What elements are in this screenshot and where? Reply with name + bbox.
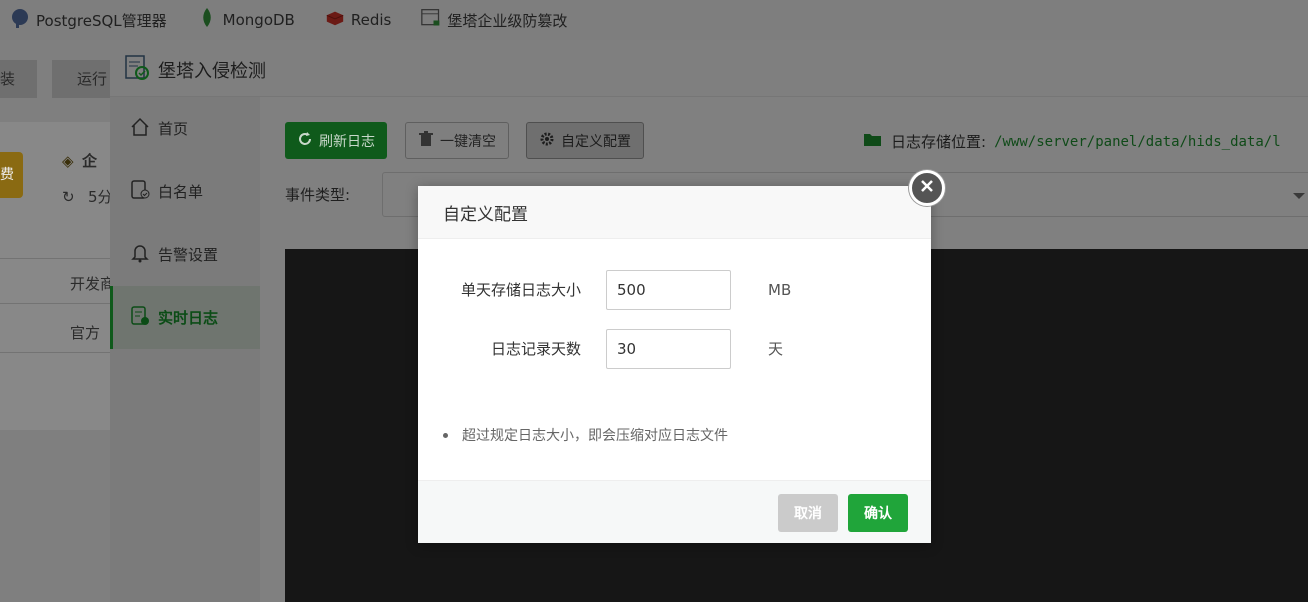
dialog-header: 自定义配置	[418, 186, 931, 239]
refresh-log-label: 刷新日志	[319, 133, 375, 150]
log-path-label: 日志存储位置:	[891, 133, 987, 151]
leaf-icon	[197, 7, 217, 33]
sidebar-item-alerts[interactable]: 告警设置	[110, 223, 260, 286]
custom-config-button[interactable]: 自定义配置	[526, 122, 644, 159]
bg-badge: ◈ 企	[62, 150, 97, 171]
dialog-title: 自定义配置	[443, 204, 528, 225]
window-header: 堡塔入侵检测	[110, 44, 1308, 97]
refresh-log-button[interactable]: 刷新日志	[285, 122, 387, 159]
trash-icon	[418, 130, 434, 151]
window-title: 堡塔入侵检测	[158, 61, 266, 82]
sidebar-item-alerts-label: 告警设置	[158, 246, 219, 264]
bg-time: ↻ 5分	[62, 186, 113, 207]
plugin-redis-label: Redis	[350, 11, 392, 29]
cancel-button[interactable]: 取消	[778, 494, 838, 532]
plugin-bar: PostgreSQL管理器 MongoDB Redis 堡塔企业级防篡改	[0, 0, 1308, 40]
event-type-label: 事件类型:	[285, 186, 351, 204]
bg-tab-install[interactable]: 装	[0, 60, 37, 98]
bg-tab-running-label: 运行	[77, 70, 108, 88]
log-storage-path: 日志存储位置: /www/server/panel/data/hids_data…	[863, 131, 1281, 152]
elephant-icon	[10, 7, 30, 33]
history-icon: ↻	[62, 188, 75, 206]
redis-icon	[325, 7, 345, 33]
diamond-icon: ◈	[62, 152, 74, 170]
bg-renew-label: 费	[0, 167, 14, 183]
clear-all-label: 一键清空	[440, 133, 496, 150]
daily-log-size-label: 单天存储日志大小	[460, 281, 581, 299]
custom-config-label: 自定义配置	[561, 133, 631, 150]
folder-open-icon	[863, 132, 883, 152]
window-sidebar: 首页 白名单 告警设置 实时日志	[110, 97, 260, 602]
bg-divider	[0, 303, 110, 304]
log-days-unit: 天	[768, 340, 784, 358]
daily-log-size-row: 单天存储日志大小 MB	[418, 270, 931, 310]
tip-text: 超过规定日志大小，即会压缩对应日志文件	[462, 428, 728, 444]
bg-badge-text: 企	[82, 152, 98, 170]
home-icon	[130, 117, 150, 141]
shield-check-icon	[124, 55, 150, 85]
sidebar-item-whitelist-label: 白名单	[158, 183, 204, 201]
tip-item: 超过规定日志大小，即会压缩对应日志文件	[443, 425, 728, 445]
daily-log-size-input[interactable]	[606, 270, 731, 310]
refresh-icon	[297, 131, 313, 151]
plugin-tamper-proof-label: 堡塔企业级防篡改	[447, 11, 568, 30]
sidebar-item-home[interactable]: 首页	[110, 97, 260, 160]
log-days-row: 日志记录天数 天	[418, 329, 931, 369]
sidebar-item-whitelist[interactable]: 白名单	[110, 160, 260, 223]
log-days-label: 日志记录天数	[490, 340, 581, 358]
plugin-postgresql[interactable]: PostgreSQL管理器	[10, 7, 167, 33]
plugin-mongodb-label: MongoDB	[222, 11, 295, 29]
cancel-label: 取消	[794, 506, 822, 522]
custom-config-dialog: 自定义配置 单天存储日志大小 MB 日志记录天数 天 超过规定日志大小，即会压缩…	[418, 170, 945, 543]
dialog-footer: 取消 确认	[418, 480, 931, 543]
plugin-redis[interactable]: Redis	[325, 7, 391, 33]
bg-tab-running[interactable]: 运行	[52, 60, 112, 98]
bullet-icon	[443, 432, 448, 438]
sidebar-item-realtime-log[interactable]: 实时日志	[110, 286, 260, 349]
bg-row-official: 官方	[70, 324, 101, 342]
chevron-down-icon	[1293, 193, 1305, 199]
gear-icon	[539, 131, 555, 151]
bg-tab-install-label: 装	[0, 70, 16, 88]
daily-log-size-unit: MB	[768, 281, 792, 299]
log-path-value[interactable]: /www/server/panel/data/hids_data/l	[994, 134, 1281, 150]
realtime-log-icon	[130, 305, 150, 330]
bg-row-developer: 开发商	[70, 275, 116, 293]
log-days-input[interactable]	[606, 329, 731, 369]
bg-renew-button[interactable]: 费	[0, 152, 23, 198]
close-button[interactable]	[909, 170, 945, 206]
bell-icon	[130, 243, 150, 267]
sidebar-item-realtime-log-label: 实时日志	[158, 309, 219, 327]
close-icon	[920, 179, 934, 197]
confirm-button[interactable]: 确认	[848, 494, 908, 532]
sidebar-item-home-label: 首页	[158, 120, 189, 138]
plugin-postgresql-label: PostgreSQL管理器	[36, 11, 167, 30]
bg-divider	[0, 258, 110, 259]
whitelist-icon	[130, 179, 150, 204]
clear-all-button[interactable]: 一键清空	[405, 122, 509, 159]
plugin-tamper-proof[interactable]: 堡塔企业级防篡改	[421, 7, 567, 33]
lock-window-icon	[421, 7, 441, 33]
plugin-mongodb[interactable]: MongoDB	[197, 7, 295, 33]
bg-divider	[0, 352, 110, 353]
bg-time-text: 5分	[88, 188, 113, 206]
confirm-label: 确认	[864, 506, 892, 522]
